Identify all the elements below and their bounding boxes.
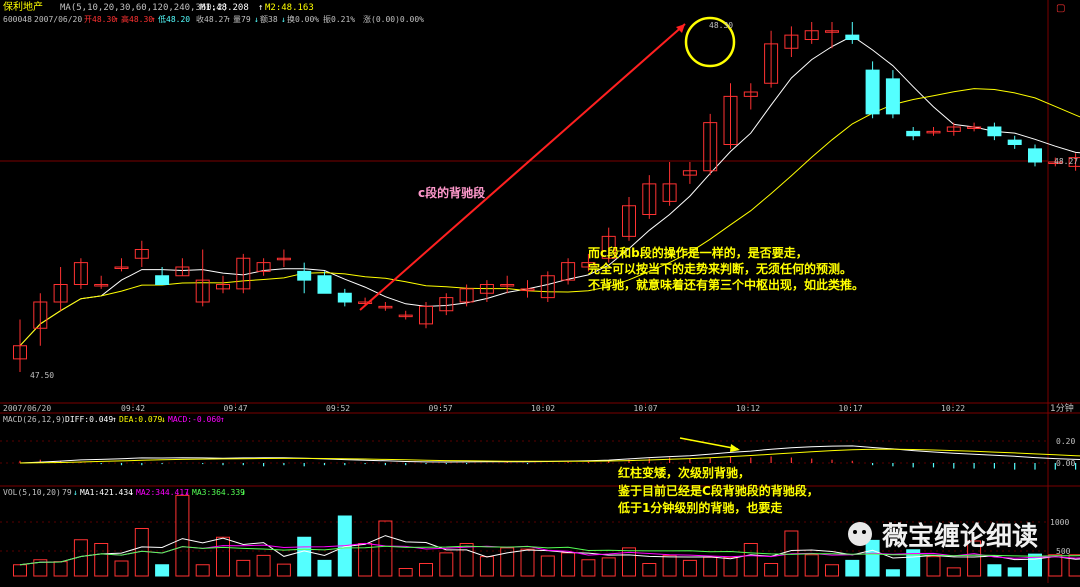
macd-note-line-1: 红柱变矮，次级别背驰， [618,465,750,480]
candle-body-down [846,35,859,39]
quote-change: 涨(0.00)0.00% [363,14,424,24]
vol-ma2-arrow: ↓ [185,488,190,497]
macd-note-line-3: 低于1分钟级别的背驰，也要走 [617,500,782,515]
quote-open: 开48.30 [84,15,116,24]
quote-amount: 额38 [260,14,278,24]
candle-body-down [1029,149,1042,162]
candle-body-down [338,293,351,302]
volume-bar [298,537,311,576]
vol-current-arrow: ↓ [73,488,78,497]
vol-current: 79 [62,488,72,497]
wechat-icon [848,522,872,546]
peak-price-label: 48.30 [709,21,733,30]
quote-amplitude: 振0.21% [323,14,355,24]
time-axis-start-date: 2007/06/20 [3,404,51,413]
volume-bar [886,570,899,576]
macd-dea-value: DEA:0.079 [119,415,163,424]
period-label[interactable]: 1分钟 [1050,402,1074,414]
volume-bar [318,560,331,576]
right-price-label: 48.27 [1054,157,1078,166]
quote-volume: 量79 [233,15,251,24]
quote-high-arrow: ↑ [151,15,156,24]
macd-macd-arrow: ↑ [220,415,225,424]
stock-name: 保利地产 [3,0,43,13]
macd-note-line-2: 鉴于目前已经是C段背驰段的背驰段， [617,483,819,498]
quote-close-arrow: ↑ [226,15,231,24]
vol-ma3: MA3:364.339 [192,488,245,497]
macd-diff-value: DIFF:0.049 [65,415,113,424]
ma-m2-value: M2:48.163 [265,3,314,13]
candle-body-down [907,131,920,135]
stock-code: 600048 [3,15,32,24]
wechat-icon-eye-right [862,530,866,534]
candle-body-down [988,127,1001,136]
quote-volume-arrow: ↓ [254,15,259,24]
vol-ma3-arrow: ↓ [241,488,246,497]
vol-ma2: MA2:344.417 [136,488,189,497]
vol-tick-500: 500 [1056,547,1071,556]
vol-ma1-arrow: ↓ [129,488,134,497]
vol-title: VOL(5,10,20) [3,488,61,497]
main-note-line-2: 完全可以按当下的走势来判断，无须任何的预测。 [588,261,852,276]
volume-bar [1008,568,1021,576]
quote-date: 2007/06/20 [34,15,82,24]
macd-diff-arrow: ↑ [112,415,117,424]
candle [866,61,879,118]
quote-open-arrow: ↑ [114,15,119,24]
macd-dea-arrow: ↓ [161,415,166,424]
ma-m1-value: M1:48.208 [200,3,249,13]
main-note-line-1: 而c段和b段的操作是一样的，是否要走， [588,245,808,260]
vol-ma1: MA1:421.434 [80,488,133,497]
macd-title: MACD(26,12,9) [3,415,66,424]
vol-tick-1000: 1000 [1050,518,1069,527]
candle-body-down [298,271,311,280]
quote-high: 高48.30 [121,14,153,24]
macd-tick-020: 0.20 [1056,437,1075,446]
watermark-text: 薇宝缠论细读 [882,521,1038,552]
quote-amount-arrow: ↓ [281,15,286,24]
candle-body-down [156,276,169,285]
volume-bar [156,565,169,576]
volume-bar [846,560,859,576]
wechat-icon-eye-left [853,530,857,534]
macd-tick-000: 0.00 [1056,459,1075,468]
chart-canvas[interactable]: 保利地产 MA(5,10,20,30,60,120,240,360,2) M1:… [0,0,1080,583]
candle-body-down [886,79,899,114]
volume-bar [866,540,879,576]
candle-body-down [318,276,331,294]
collapse-icon[interactable]: ▢ [1056,3,1065,14]
stock-chart-window: 保利地产 MA(5,10,20,30,60,120,240,360,2) M1:… [0,0,1080,583]
low-price-label: 47.50 [30,371,54,380]
ma-m1-arrow: ↑ [258,3,263,13]
quote-close: 收48.27 [196,14,228,24]
candle-body-down [1008,140,1021,144]
c-segment-label: c段的背驰段 [418,185,486,200]
quote-low: 低48.20 [158,14,190,24]
main-note-line-3: 不背驰，就意味着还有第三个中枢出现，如此类推。 [588,277,864,292]
candle-body-down [866,70,879,114]
volume-bar [988,565,1001,576]
quote-turnover: 换0.00% [287,14,319,24]
macd-macd-value: MACD:-0.060 [168,415,221,424]
